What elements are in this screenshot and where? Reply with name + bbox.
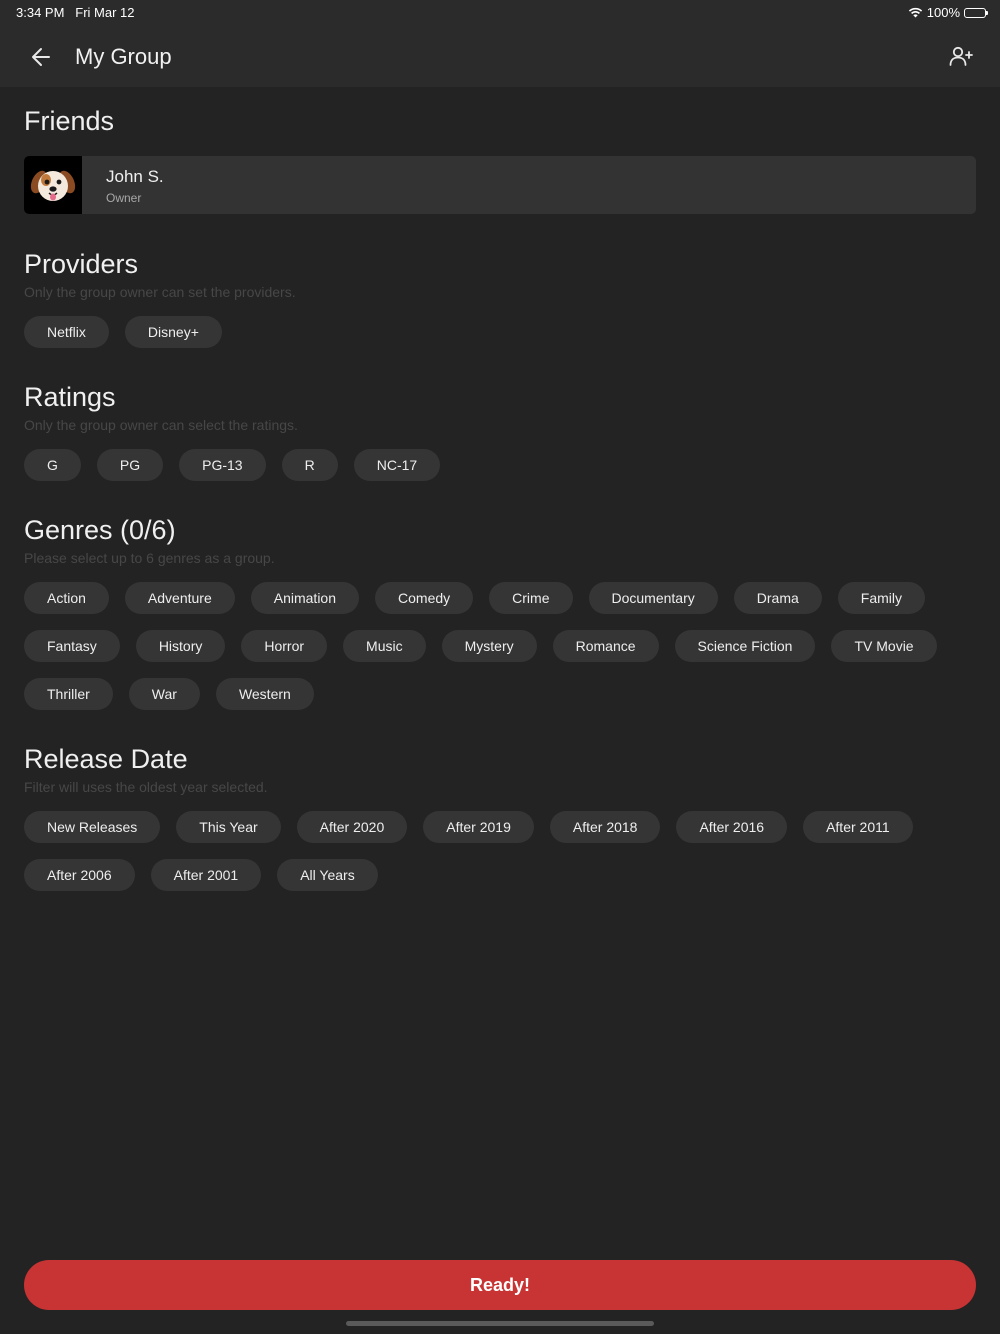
chip-genre-war[interactable]: War: [128, 678, 200, 710]
chip-genre-drama[interactable]: Drama: [733, 582, 822, 614]
arrow-left-icon: [32, 48, 50, 66]
chip-release-this-year[interactable]: This Year: [176, 811, 281, 843]
genres-title: Genres (0/6): [24, 515, 176, 545]
chip-release-after-2001[interactable]: After 2001: [150, 859, 262, 891]
providers-title: Providers: [24, 249, 139, 279]
avatar: [24, 156, 82, 214]
chip-genre-comedy[interactable]: Comedy: [375, 582, 474, 614]
chip-provider-disney-plus[interactable]: Disney+: [124, 316, 222, 348]
chip-genre-crime[interactable]: Crime: [489, 582, 573, 614]
chip-genre-documentary[interactable]: Documentary: [588, 582, 718, 614]
rating-chips: G PG PG-13 R NC-17: [24, 449, 976, 481]
battery-percent: 100%: [926, 5, 960, 20]
status-date: Fri Mar 12: [75, 5, 135, 20]
providers-subtitle: Only the group owner can set the provide…: [24, 284, 296, 300]
chip-genre-action[interactable]: Action: [24, 582, 109, 614]
chip-release-after-2020[interactable]: After 2020: [296, 811, 408, 843]
chip-release-after-2011[interactable]: After 2011: [803, 811, 913, 843]
home-indicator: [346, 1321, 654, 1326]
person-add-icon: [949, 46, 973, 66]
chip-genre-science-fiction[interactable]: Science Fiction: [674, 630, 816, 662]
status-time: 3:34 PM: [16, 5, 65, 20]
genre-chips: Action Adventure Animation Comedy Crime …: [24, 582, 976, 710]
status-right: 100%: [908, 5, 988, 20]
friend-role: Owner: [106, 191, 142, 205]
status-bar: 3:34 PM Fri Mar 12 100%: [0, 0, 1000, 24]
chip-genre-fantasy[interactable]: Fantasy: [24, 630, 120, 662]
chip-release-all-years[interactable]: All Years: [277, 859, 378, 891]
chip-genre-horror[interactable]: Horror: [241, 630, 328, 662]
back-button[interactable]: [26, 44, 56, 70]
chip-rating-nc-17[interactable]: NC-17: [353, 449, 441, 481]
chip-rating-pg[interactable]: PG: [96, 449, 164, 481]
chip-genre-history[interactable]: History: [135, 630, 226, 662]
chip-provider-netflix[interactable]: Netflix: [24, 316, 109, 348]
chip-release-after-2018[interactable]: After 2018: [549, 811, 661, 843]
dog-avatar-icon: [30, 170, 76, 201]
page-title: My Group: [75, 44, 172, 69]
provider-chips: Netflix Disney+: [24, 316, 976, 348]
add-friend-button[interactable]: [948, 44, 974, 70]
chip-release-after-2019[interactable]: After 2019: [423, 811, 534, 843]
chip-release-new-releases[interactable]: New Releases: [24, 811, 161, 843]
chip-rating-r[interactable]: R: [281, 449, 338, 481]
chip-rating-pg-13[interactable]: PG-13: [179, 449, 266, 481]
release-date-title: Release Date: [24, 744, 188, 774]
app-header: My Group: [0, 24, 1000, 87]
release-date-chips: New Releases This Year After 2020 After …: [24, 811, 976, 891]
ready-button[interactable]: Ready!: [24, 1260, 976, 1310]
chip-genre-music[interactable]: Music: [343, 630, 426, 662]
chip-genre-romance[interactable]: Romance: [552, 630, 659, 662]
chip-release-after-2016[interactable]: After 2016: [676, 811, 788, 843]
friends-title: Friends: [24, 106, 115, 136]
chip-rating-g[interactable]: G: [24, 449, 81, 481]
genres-subtitle: Please select up to 6 genres as a group.: [24, 550, 275, 566]
friend-name: John S.: [106, 167, 164, 186]
ratings-title: Ratings: [24, 382, 116, 412]
chip-genre-mystery[interactable]: Mystery: [441, 630, 537, 662]
chip-genre-adventure[interactable]: Adventure: [124, 582, 235, 614]
chip-genre-family[interactable]: Family: [837, 582, 926, 614]
chip-genre-tv-movie[interactable]: TV Movie: [831, 630, 937, 662]
status-time-date: 3:34 PM Fri Mar 12: [16, 5, 135, 20]
chip-genre-animation[interactable]: Animation: [250, 582, 360, 614]
battery-icon: [964, 7, 988, 18]
chip-genre-western[interactable]: Western: [215, 678, 314, 710]
ratings-subtitle: Only the group owner can select the rati…: [24, 417, 298, 433]
wifi-icon: [908, 7, 922, 18]
chip-release-after-2006[interactable]: After 2006: [24, 859, 135, 891]
release-date-subtitle: Filter will uses the oldest year selecte…: [24, 779, 268, 795]
chip-genre-thriller[interactable]: Thriller: [24, 678, 113, 710]
friend-card[interactable]: John S. Owner: [24, 156, 976, 214]
